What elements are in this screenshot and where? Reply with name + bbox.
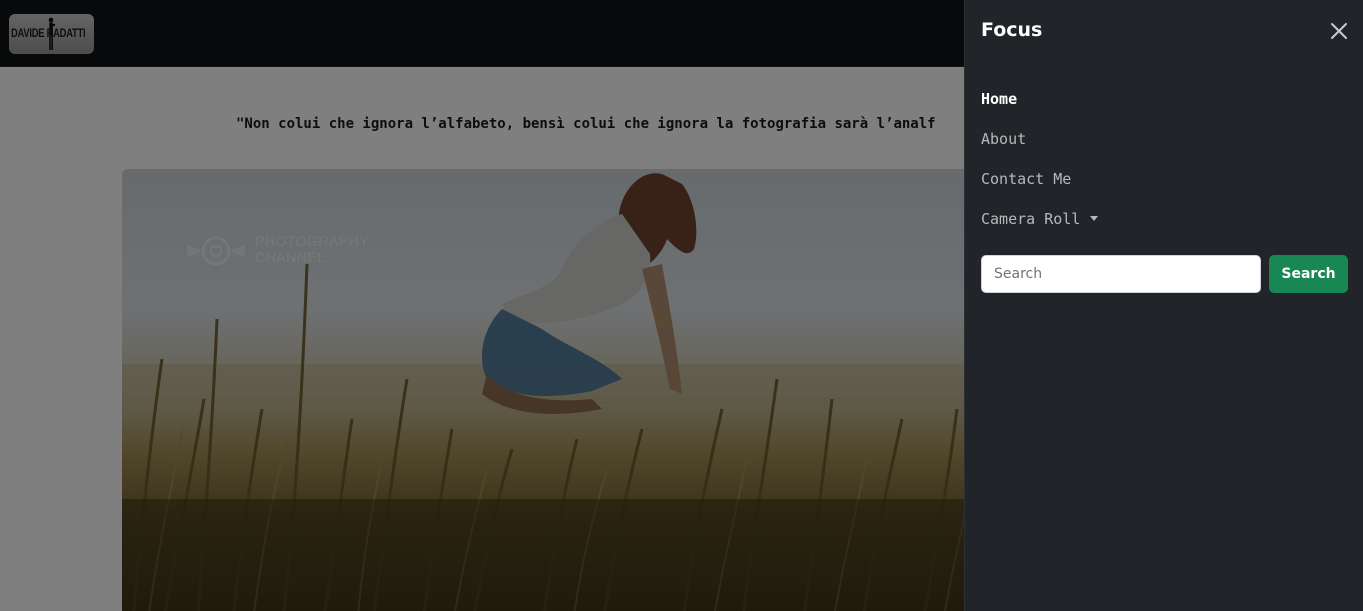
nav-link-home[interactable]: Home: [981, 86, 1351, 126]
close-icon[interactable]: [1329, 21, 1349, 41]
nav-dropdown-label: Camera Roll: [981, 210, 1081, 228]
page: DAVIDE RADATTI "Non colui che ignora l’a…: [0, 0, 1363, 611]
offcanvas-title: Focus: [981, 19, 1043, 41]
nav-dropdown-camera-roll[interactable]: Camera Roll: [981, 206, 1351, 246]
caret-down-icon: [1090, 216, 1099, 221]
nav-link-about[interactable]: About: [981, 126, 1351, 166]
nav-link-contact-me[interactable]: Contact Me: [981, 166, 1351, 206]
search-button[interactable]: Search: [1269, 255, 1348, 293]
search-input[interactable]: [981, 255, 1261, 293]
offcanvas-menu: Focus Home About Contact Me Camera Roll …: [964, 0, 1363, 611]
offcanvas-nav: Home About Contact Me Camera Roll: [981, 86, 1351, 246]
